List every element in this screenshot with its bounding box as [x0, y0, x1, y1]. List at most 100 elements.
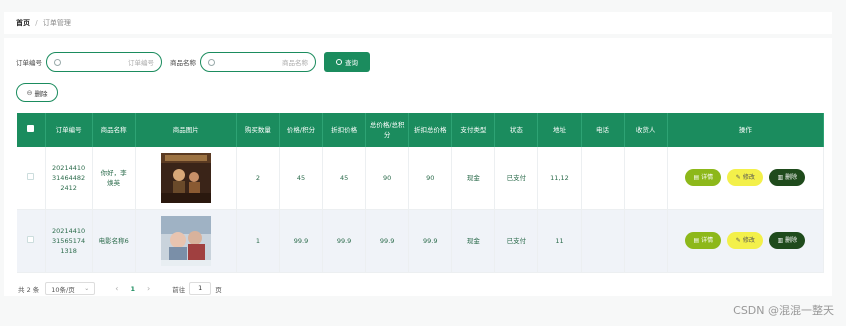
content-card: 订单编号 订单编号 商品名称 商品名称 查询 ⊖ 删除 订单编号 商品名称 商品…	[4, 38, 832, 296]
product-name-label: 商品名称	[170, 59, 196, 67]
detail-label: 详情	[701, 236, 714, 244]
table-row[interactable]: 20214410 31464482 2412 你好，李 焕英 2 45 45 9…	[17, 147, 825, 210]
discount-price-cell: 45	[322, 147, 367, 210]
discount-total-cell: 90	[408, 147, 453, 210]
edit-icon: ✎	[735, 236, 741, 244]
next-page-icon[interactable]: ›	[147, 284, 150, 293]
product-name-cell: 电影名称6	[92, 209, 136, 273]
table-row[interactable]: 20214410 31565174 1318 电影名称6 1 99.9 99.9…	[17, 209, 825, 273]
column-header: 支付类型	[451, 113, 496, 147]
order-no-cell: 20214410 31565174 1318	[45, 209, 93, 273]
address-cell: 11	[537, 209, 582, 273]
watermark: CSDN @混混一整天	[733, 304, 834, 317]
column-header: 总价格/总积分	[365, 113, 410, 147]
edit-button[interactable]: ✎ 修改	[727, 169, 764, 187]
edit-button[interactable]: ✎ 修改	[727, 232, 764, 249]
phone-cell	[581, 147, 625, 210]
breadcrumb-separator: /	[35, 19, 38, 27]
trash-icon: ▥	[777, 236, 784, 244]
product-name-input[interactable]: 商品名称	[200, 52, 316, 72]
delete-label: 删除	[785, 173, 798, 181]
detail-icon: ▤	[693, 173, 700, 181]
column-header: 购买数量	[236, 113, 280, 147]
product-name-line: 你好，李	[100, 168, 127, 177]
prev-page-icon[interactable]: ‹	[115, 284, 118, 293]
column-header: 商品名称	[92, 113, 136, 147]
page-size-select[interactable]: 10条/页 ⌄	[45, 282, 96, 295]
table-header: 订单编号 商品名称 商品图片 购买数量 价格/积分 折扣价格 总价格/总积分 折…	[17, 113, 825, 147]
checkbox-icon	[27, 172, 35, 180]
jump-page-input[interactable]: 1	[189, 282, 212, 295]
product-image	[160, 215, 211, 266]
price-cell: 99.9	[279, 209, 324, 273]
column-header: 状态	[494, 113, 539, 147]
product-image-cell	[135, 209, 237, 273]
column-header: 收货人	[624, 113, 668, 147]
row-checkbox[interactable]	[17, 147, 46, 210]
edit-label: 修改	[742, 173, 755, 181]
column-header: 订单编号	[45, 113, 93, 147]
price-cell: 45	[279, 147, 324, 210]
column-header: 地址	[537, 113, 582, 147]
pay-type-cell: 现金	[451, 147, 496, 210]
order-no-line: 31565174	[52, 236, 86, 245]
total-cell: 99.9	[365, 209, 410, 273]
column-header: 折扣价格	[322, 113, 367, 147]
delete-icon: ⊖	[26, 88, 33, 97]
search-bar: 订单编号 订单编号 商品名称 商品名称 查询	[16, 52, 370, 72]
product-name-placeholder: 商品名称	[282, 59, 308, 67]
batch-delete-button[interactable]: ⊖ 删除	[16, 83, 58, 102]
search-icon	[208, 58, 215, 66]
qty-cell: 2	[236, 147, 280, 210]
order-no-line: 20214410	[52, 226, 86, 235]
phone-cell	[581, 209, 625, 273]
product-image	[160, 152, 211, 203]
search-icon	[336, 59, 342, 65]
product-name-cell: 你好，李 焕英	[92, 147, 136, 210]
order-no-line: 2412	[60, 183, 77, 192]
page-number[interactable]: 1	[130, 285, 135, 293]
order-no-placeholder: 订单编号	[128, 59, 154, 67]
row-actions: ▤ 详情 ✎ 修改 ▥ 删除	[670, 169, 821, 187]
order-no-line: 1318	[60, 246, 77, 255]
breadcrumb: 首页 / 订单管理	[4, 12, 832, 34]
query-button[interactable]: 查询	[324, 52, 370, 72]
chevron-down-icon: ⌄	[84, 285, 90, 292]
discount-total-cell: 99.9	[408, 209, 453, 273]
delete-button[interactable]: ▥ 删除	[769, 169, 806, 187]
discount-price-cell: 99.9	[322, 209, 367, 273]
product-name-line: 焕英	[107, 178, 121, 187]
row-checkbox[interactable]	[17, 209, 46, 273]
receiver-cell	[624, 147, 668, 210]
receiver-cell	[624, 209, 668, 273]
actions-cell: ▤ 详情 ✎ 修改 ▥ 删除	[667, 209, 825, 273]
pagination: 共 2 条 10条/页 ⌄ ‹ 1 › 前往 1 页	[18, 282, 222, 295]
actions-cell: ▤ 详情 ✎ 修改 ▥ 删除	[667, 147, 825, 210]
detail-label: 详情	[701, 173, 714, 181]
column-header: 操作	[667, 113, 825, 147]
select-all-checkbox[interactable]	[17, 113, 46, 147]
product-image-cell	[135, 147, 237, 210]
status-cell: 已支付	[494, 147, 539, 210]
breadcrumb-home[interactable]: 首页	[16, 19, 30, 27]
column-header: 商品图片	[135, 113, 237, 147]
order-no-line: 31464482	[52, 173, 86, 182]
detail-icon: ▤	[693, 236, 700, 244]
order-no-input[interactable]: 订单编号	[46, 52, 162, 72]
page-unit: 页	[215, 285, 222, 294]
detail-button[interactable]: ▤ 详情	[685, 169, 722, 187]
delete-label: 删除	[785, 236, 798, 244]
trash-icon: ▥	[777, 173, 784, 181]
address-cell: 11,12	[537, 147, 582, 210]
page-size-value: 10条/页	[51, 285, 75, 294]
search-icon	[54, 58, 61, 66]
jump-label: 前往	[172, 285, 186, 294]
column-header: 折扣总价格	[408, 113, 453, 147]
detail-button[interactable]: ▤ 详情	[685, 232, 722, 249]
page: 首页 / 订单管理 订单编号 订单编号 商品名称 商品名称 查询 ⊖ 删除 订单…	[0, 0, 846, 326]
order-no-label: 订单编号	[16, 59, 42, 67]
column-header: 电话	[581, 113, 625, 147]
status-cell: 已支付	[494, 209, 539, 273]
delete-button[interactable]: ▥ 删除	[769, 232, 806, 249]
checkbox-icon	[27, 235, 35, 243]
